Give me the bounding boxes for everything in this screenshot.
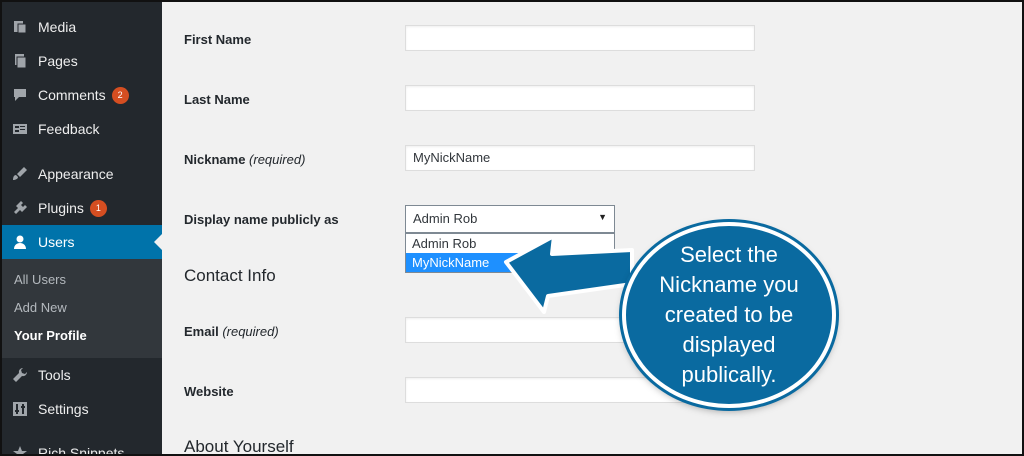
users-icon [2, 234, 38, 250]
website-label: Website [184, 384, 234, 399]
sidebar-item-comments[interactable]: Comments 2 [2, 78, 162, 112]
display-name-label: Display name publicly as [184, 212, 339, 227]
tools-icon [2, 367, 38, 383]
sidebar-item-label: Users [38, 234, 75, 250]
nickname-required-note: (required) [249, 152, 306, 167]
about-yourself-heading: About Yourself [184, 437, 294, 456]
sidebar-item-label: Settings [38, 401, 89, 417]
sidebar-item-pages[interactable]: Pages [2, 44, 162, 78]
sidebar-item-label: Rich Snippets [38, 445, 125, 456]
comments-icon [2, 87, 38, 103]
active-indicator [154, 234, 162, 250]
contact-info-heading: Contact Info [184, 266, 276, 285]
submenu-item-your-profile[interactable]: Your Profile [14, 328, 87, 343]
display-name-selected-value: Admin Rob [413, 211, 478, 226]
feedback-icon [2, 121, 38, 137]
callout-arrow-icon [504, 234, 634, 314]
nickname-field[interactable]: MyNickName [405, 145, 755, 171]
sidebar-item-users[interactable]: Users [2, 225, 162, 259]
sidebar-item-label: Comments [38, 87, 106, 103]
sidebar-item-plugins[interactable]: Plugins 1 [2, 191, 162, 225]
sidebar-item-label: Media [38, 19, 77, 35]
submenu-item-all-users[interactable]: All Users [14, 272, 66, 287]
sidebar-item-settings[interactable]: Settings [2, 392, 162, 426]
instruction-callout: Select the Nickname you created to be di… [622, 222, 836, 408]
comments-count-badge: 2 [111, 86, 129, 104]
chevron-down-icon: ▼ [598, 212, 607, 222]
sidebar-item-appearance[interactable]: Appearance [2, 157, 162, 191]
email-required-note: (required) [222, 324, 279, 339]
sidebar-item-tools[interactable]: Tools [2, 358, 162, 392]
sidebar-item-feedback[interactable]: Feedback [2, 112, 162, 146]
sidebar-item-label: Pages [38, 53, 78, 69]
media-icon [2, 19, 38, 35]
admin-sidebar: Media Pages Comments 2 Feedback Appearan… [2, 2, 162, 456]
first-name-field[interactable] [405, 25, 755, 51]
nickname-label-text: Nickname [184, 152, 246, 167]
submenu-item-add-new[interactable]: Add New [14, 300, 67, 315]
email-label-text: Email [184, 324, 219, 339]
plugins-count-badge: 1 [89, 199, 107, 217]
display-name-select[interactable]: Admin Rob ▼ [405, 205, 615, 233]
users-submenu: All Users Add New Your Profile [2, 259, 162, 358]
callout-text: Select the Nickname you created to be di… [659, 242, 799, 387]
profile-form: First Name Last Name Nickname (required)… [162, 2, 1022, 456]
sidebar-item-rich-snippets[interactable]: Rich Snippets [2, 436, 162, 456]
pages-icon [2, 53, 38, 69]
appearance-icon [2, 166, 38, 182]
sidebar-item-label: Tools [38, 367, 71, 383]
rich-snippets-icon [2, 445, 38, 454]
screenshot-frame: Media Pages Comments 2 Feedback Appearan… [0, 0, 1024, 456]
first-name-label: First Name [184, 32, 252, 47]
nickname-label: Nickname (required) [184, 152, 305, 167]
sidebar-item-media[interactable]: Media [2, 10, 162, 44]
last-name-field[interactable] [405, 85, 755, 111]
sidebar-item-label: Feedback [38, 121, 100, 137]
plugins-icon [2, 200, 38, 216]
sidebar-item-label: Appearance [38, 166, 114, 182]
settings-icon [2, 401, 38, 417]
last-name-label: Last Name [184, 92, 250, 107]
email-label: Email (required) [184, 324, 279, 339]
sidebar-item-label: Plugins [38, 200, 84, 216]
